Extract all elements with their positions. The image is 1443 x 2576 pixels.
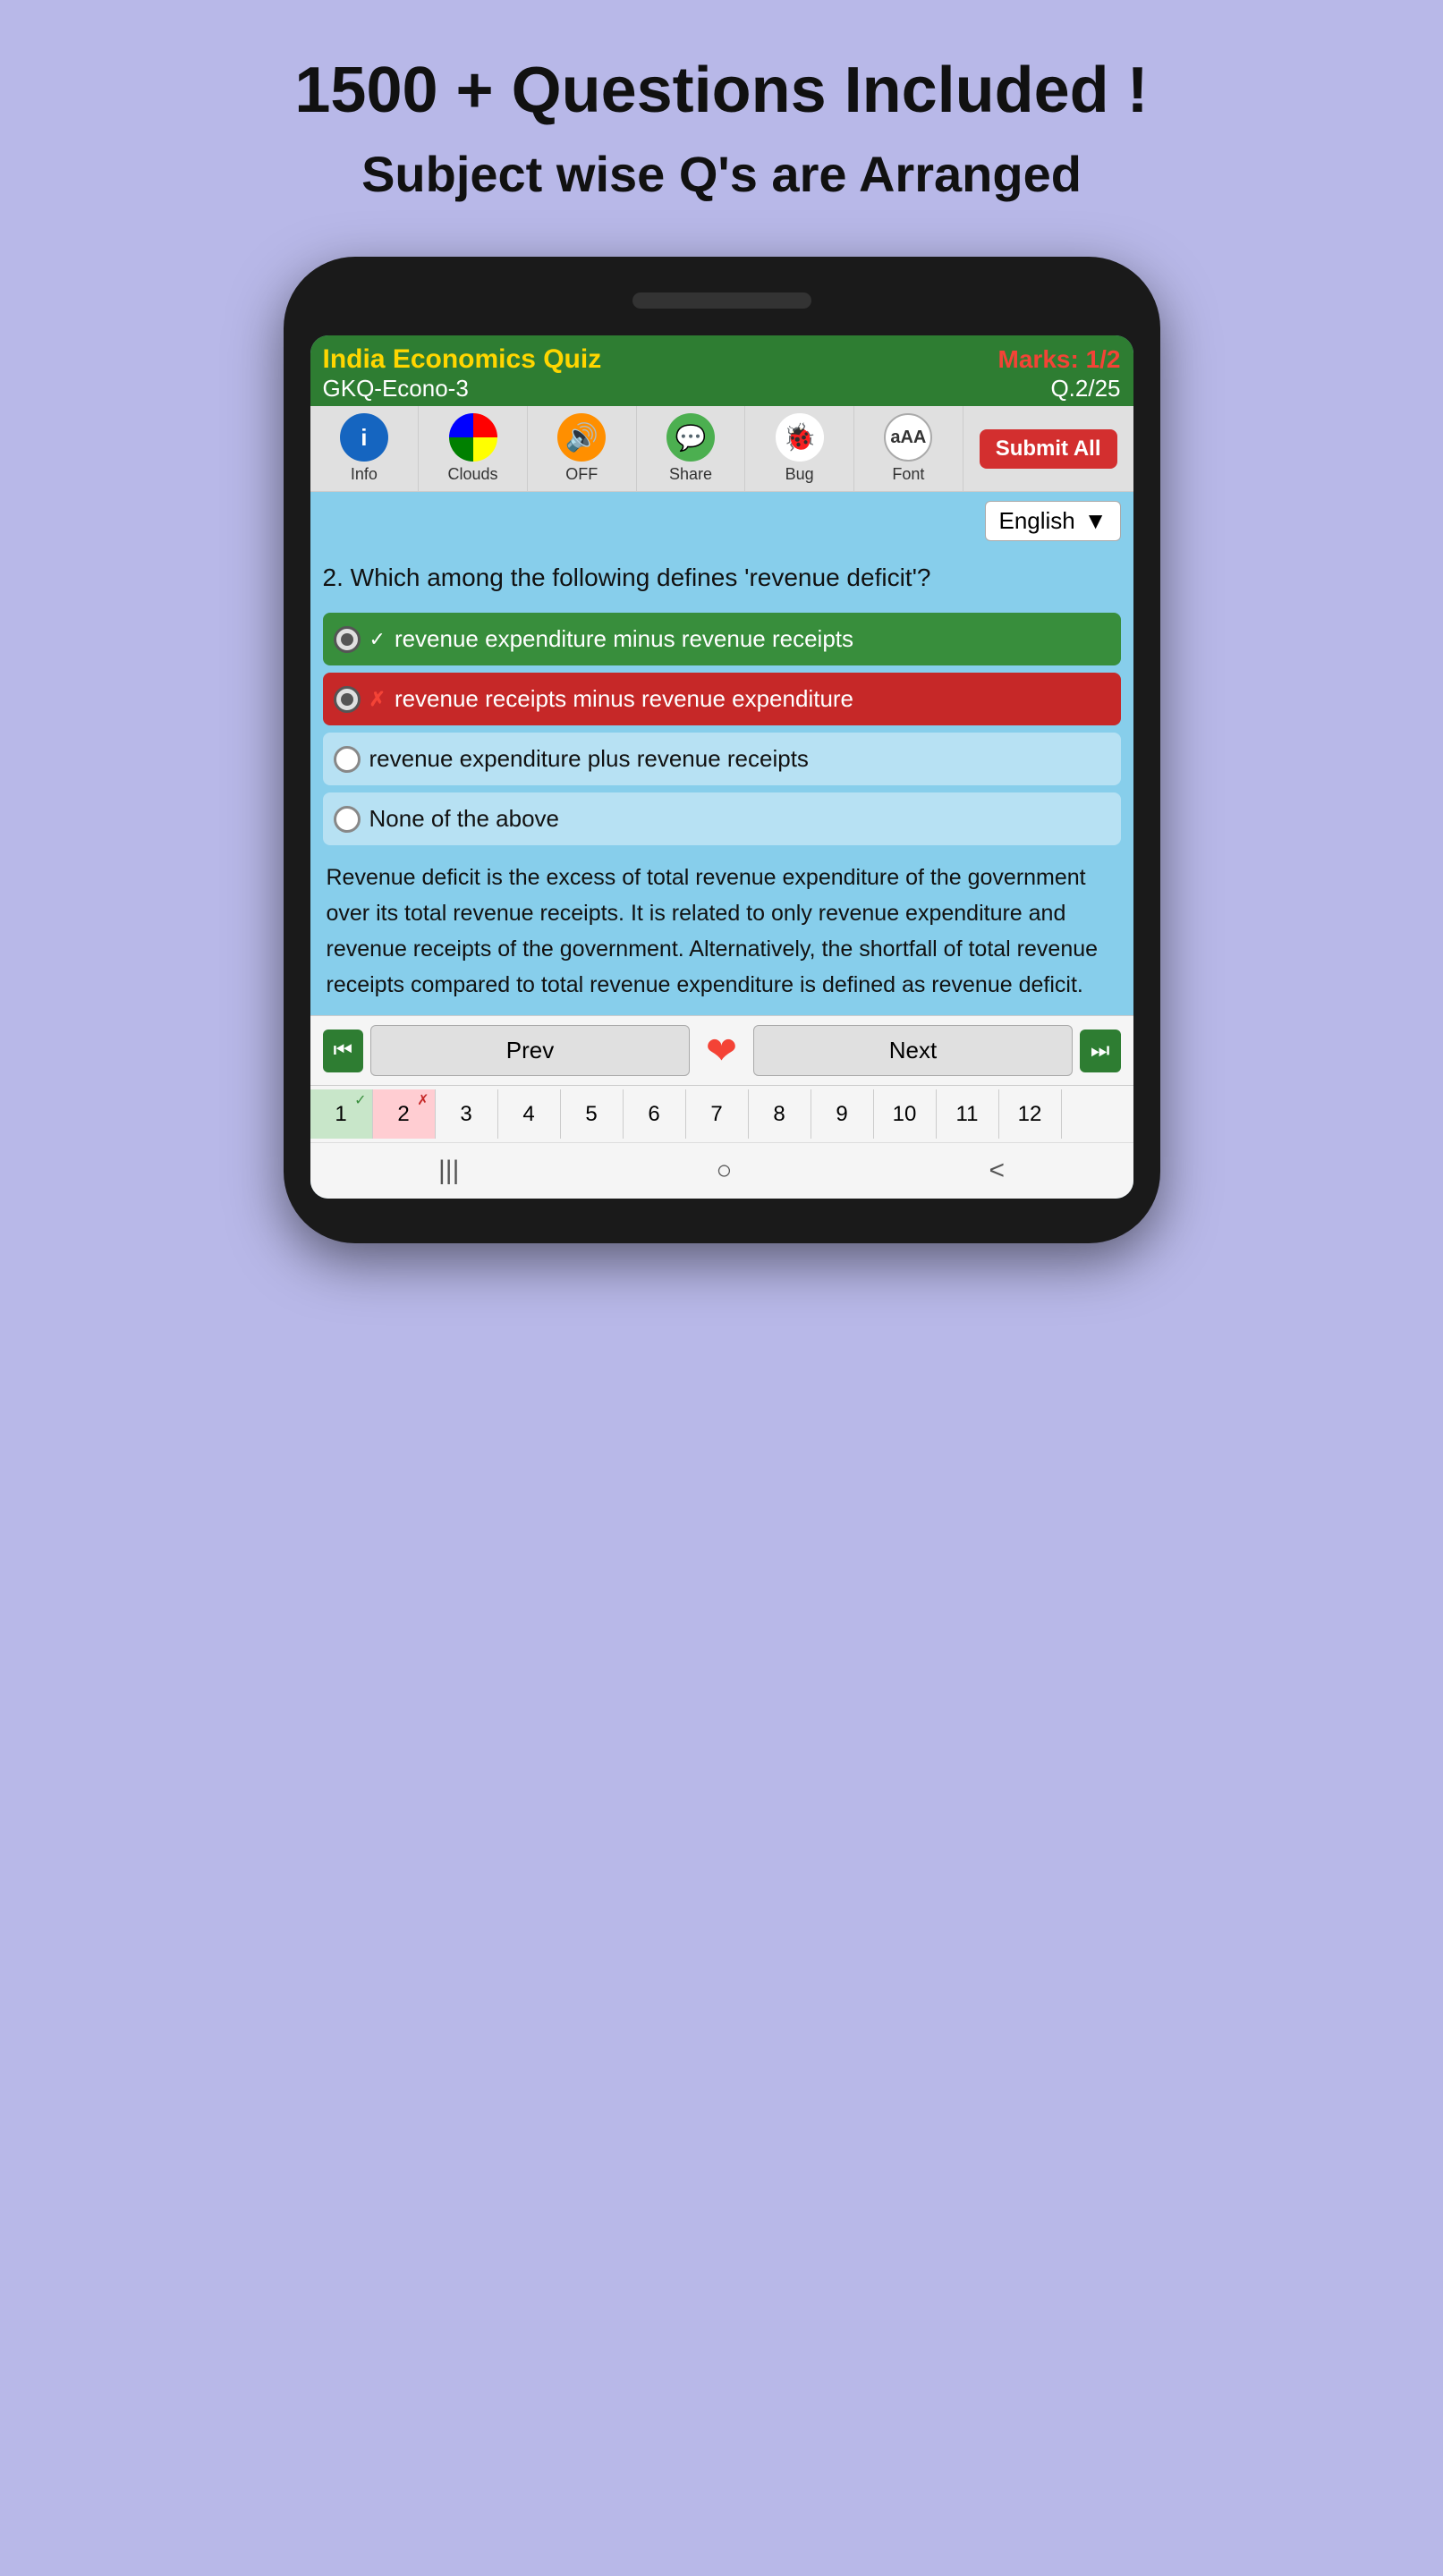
qnum-8[interactable]: 8 (749, 1089, 811, 1139)
qnum-5[interactable]: 5 (561, 1089, 624, 1139)
qnum-2-label: 2 (397, 1102, 409, 1127)
qnum-10[interactable]: 10 (874, 1089, 937, 1139)
question-area: 2. Which among the following defines 're… (310, 550, 1133, 1015)
qnum-1-label: 1 (335, 1102, 346, 1127)
toolbar-share[interactable]: 💬 Share (637, 406, 746, 491)
info-icon: i (340, 413, 388, 462)
qnum-2-indicator: ✗ (417, 1091, 429, 1109)
qnum-10-label: 10 (893, 1102, 917, 1127)
qnum-7-label: 7 (710, 1102, 722, 1127)
qnum-4-label: 4 (522, 1102, 534, 1127)
skip-to-start-button[interactable]: ⏮ (323, 1030, 364, 1072)
qnum-11[interactable]: 11 (937, 1089, 999, 1139)
toolbar: i Info Clouds 🔊 OFF 💬 Share 🐞 Bug aAA (310, 406, 1133, 492)
toolbar-font[interactable]: aAA Font (854, 406, 963, 491)
option-b-text: revenue receipts minus revenue expenditu… (395, 685, 853, 713)
qnum-6[interactable]: 6 (624, 1089, 686, 1139)
qnum-5-label: 5 (585, 1102, 597, 1127)
option-d-text: None of the above (369, 805, 560, 833)
qnum-3[interactable]: 3 (436, 1089, 498, 1139)
nav-bar: ⏮ Prev ❤ Next ⏭ (310, 1015, 1133, 1085)
qnum-7[interactable]: 7 (686, 1089, 749, 1139)
qnum-1-indicator: ✓ (354, 1091, 366, 1109)
qnum-2[interactable]: ✗ 2 (373, 1089, 436, 1139)
q-progress: Q.2/25 (1050, 375, 1120, 402)
quiz-code: GKQ-Econo-3 (323, 375, 469, 402)
font-label: Font (892, 465, 924, 484)
phone-screen: India Economics Quiz Marks: 1/2 GKQ-Econ… (310, 335, 1133, 1199)
radio-b (334, 686, 361, 713)
bottom-nav: ||| ○ < (310, 1142, 1133, 1199)
marks-label: Marks: 1/2 (998, 345, 1121, 374)
option-b[interactable]: ✗ revenue receipts minus revenue expendi… (323, 673, 1121, 725)
home-icon[interactable]: ○ (716, 1156, 732, 1186)
prev-label: Prev (506, 1037, 554, 1064)
prev-button[interactable]: Prev (370, 1025, 690, 1076)
next-label: Next (889, 1037, 937, 1064)
language-selector[interactable]: English ▼ (985, 501, 1120, 541)
toolbar-info[interactable]: i Info (310, 406, 420, 491)
question-body: Which among the following defines 'reven… (351, 564, 931, 591)
question-number: 2 (323, 564, 337, 591)
submit-all-button[interactable]: Submit All (980, 429, 1117, 469)
page-subtitle: Subject wise Q's are Arranged (361, 145, 1082, 203)
qnum-12-label: 12 (1018, 1102, 1042, 1127)
font-icon: aAA (884, 413, 932, 462)
option-d[interactable]: None of the above (323, 792, 1121, 845)
off-icon: 🔊 (557, 413, 606, 462)
phone-speaker (632, 292, 811, 309)
qnum-4[interactable]: 4 (498, 1089, 561, 1139)
share-label: Share (669, 465, 712, 484)
option-a-text: revenue expenditure minus revenue receip… (395, 625, 853, 653)
skip-to-end-button[interactable]: ⏭ (1080, 1030, 1121, 1072)
bug-icon: 🐞 (776, 413, 824, 462)
radio-dot-a (341, 633, 353, 646)
back-icon[interactable]: < (989, 1156, 1005, 1186)
toolbar-clouds[interactable]: Clouds (419, 406, 528, 491)
option-c[interactable]: revenue expenditure plus revenue receipt… (323, 733, 1121, 785)
option-c-text: revenue expenditure plus revenue receipt… (369, 745, 809, 773)
submit-all-container: Submit All (963, 406, 1133, 491)
quiz-title: India Economics Quiz (323, 344, 602, 375)
radio-c (334, 746, 361, 773)
page-title: 1500 + Questions Included ! (294, 54, 1148, 127)
header-row1: India Economics Quiz Marks: 1/2 (323, 344, 1121, 375)
lang-row: English ▼ (310, 492, 1133, 550)
favorite-button[interactable]: ❤ (697, 1029, 746, 1072)
qnum-9-label: 9 (836, 1102, 847, 1127)
clouds-icon (449, 413, 497, 462)
explanation-text: Revenue deficit is the excess of total r… (323, 860, 1121, 1003)
info-label: Info (351, 465, 378, 484)
next-button[interactable]: Next (753, 1025, 1073, 1076)
radio-dot-b (341, 693, 353, 706)
qnum-3-label: 3 (460, 1102, 471, 1127)
radio-a (334, 626, 361, 653)
header-bar: India Economics Quiz Marks: 1/2 GKQ-Econ… (310, 335, 1133, 406)
toolbar-bug[interactable]: 🐞 Bug (745, 406, 854, 491)
qnum-11-label: 11 (956, 1102, 979, 1127)
off-label: OFF (565, 465, 598, 484)
checkmark-icon: ✓ (369, 628, 386, 651)
option-a[interactable]: ✓ revenue expenditure minus revenue rece… (323, 613, 1121, 665)
question-text: 2. Which among the following defines 're… (323, 559, 1121, 597)
toolbar-off[interactable]: 🔊 OFF (528, 406, 637, 491)
qnum-8-label: 8 (773, 1102, 785, 1127)
qnum-9[interactable]: 9 (811, 1089, 874, 1139)
language-value: English (998, 507, 1074, 535)
menu-icon[interactable]: ||| (438, 1156, 459, 1186)
xmark-icon: ✗ (369, 688, 386, 711)
qnum-6-label: 6 (648, 1102, 659, 1127)
qnum-12[interactable]: 12 (999, 1089, 1062, 1139)
qnum-1[interactable]: ✓ 1 (310, 1089, 373, 1139)
bug-label: Bug (785, 465, 814, 484)
phone-frame: India Economics Quiz Marks: 1/2 GKQ-Econ… (284, 257, 1160, 1243)
question-numbers-row: ✓ 1 ✗ 2 3 4 5 6 7 8 9 10 11 12 (310, 1085, 1133, 1142)
header-row2: GKQ-Econo-3 Q.2/25 (323, 375, 1121, 402)
share-icon: 💬 (666, 413, 715, 462)
chevron-down-icon: ▼ (1084, 507, 1108, 535)
clouds-label: Clouds (448, 465, 498, 484)
radio-d (334, 806, 361, 833)
